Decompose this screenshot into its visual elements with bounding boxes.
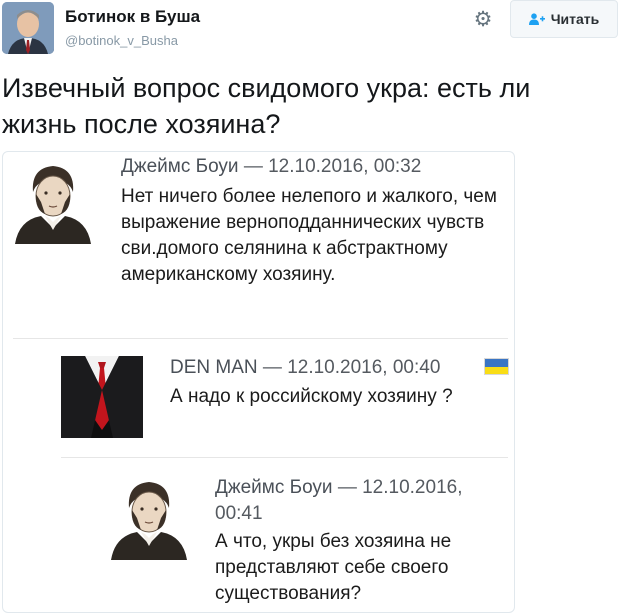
tweet-image-card[interactable]: Джеймс Боуи — 12.10.2016, 00:32 Нет ниче… [2, 151, 515, 613]
comment-divider [13, 338, 508, 339]
author-avatar[interactable] [2, 2, 54, 54]
follow-button[interactable]: Читать [510, 0, 618, 38]
comment-text: А что, укры без хозяина не представляют … [215, 531, 452, 604]
comment-author: Джеймс Боуи [215, 477, 333, 498]
comment-header: DEN MAN — 12.10.2016, 00:40 [170, 357, 440, 379]
comment-separator: — [262, 357, 282, 378]
author-name[interactable]: Ботинок в Буша [65, 7, 200, 27]
ukraine-flag-icon [484, 358, 509, 375]
comment-timestamp: 12.10.2016, 00:40 [287, 357, 441, 378]
comment-timestamp: 12.10.2016, 00:32 [268, 156, 422, 177]
add-user-icon [528, 13, 545, 25]
comment-author: DEN MAN [170, 357, 258, 378]
comment-author: Джеймс Боуи [121, 156, 239, 177]
comment-avatar-portrait [107, 474, 191, 560]
follow-button-label: Читать [550, 11, 600, 27]
comment-avatar-suit [61, 356, 143, 438]
comment-separator: — [337, 477, 357, 498]
author-handle[interactable]: @botinok_v_Busha [65, 33, 178, 48]
comment-divider [61, 457, 508, 458]
gear-icon[interactable]: ⚙ [470, 6, 496, 32]
comment-text: А надо к российскому хозяину ? [170, 386, 453, 407]
comment-text: Нет ничего более нелепого и жалкого, чем… [121, 186, 497, 285]
tweet-text: Извечный вопрос свидомого укра: есть ли … [2, 73, 531, 139]
comment-timestamp: 00:41 [215, 503, 263, 524]
comment-timestamp: 12.10.2016, [362, 477, 463, 498]
comment-header: Джеймс Боуи — 12.10.2016, 00:41 [215, 475, 462, 527]
comment-header: Джеймс Боуи — 12.10.2016, 00:32 [121, 156, 421, 178]
comment-avatar-portrait [11, 158, 95, 244]
comment-separator: — [243, 156, 263, 177]
